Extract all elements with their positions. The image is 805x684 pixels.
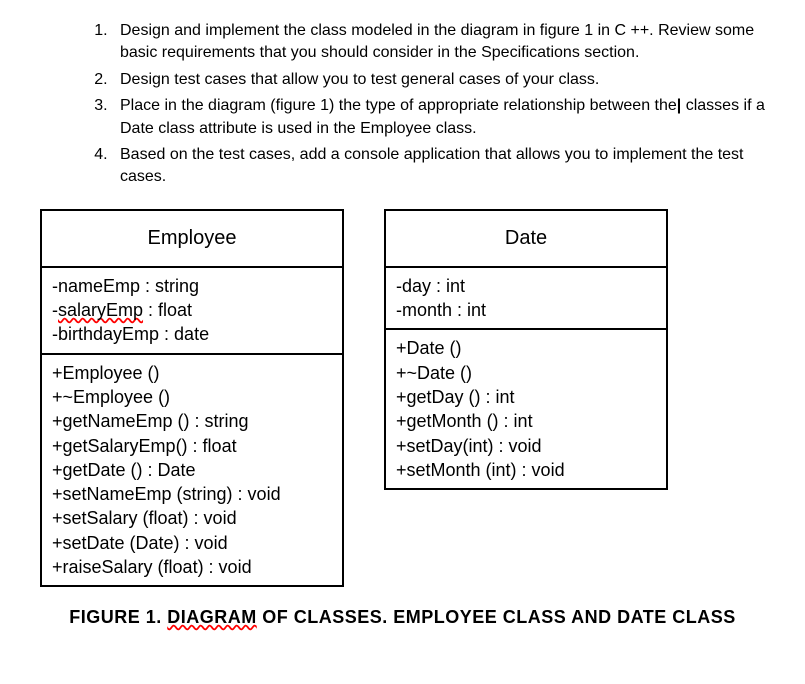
uml-diagrams-container: Employee -nameEmp : string -salaryEmp : … — [40, 209, 765, 588]
uml-op: +Date () — [396, 336, 656, 360]
uml-employee-operations: +Employee () +~Employee () +getNameEmp (… — [42, 353, 342, 586]
uml-op: +getNameEmp () : string — [52, 409, 332, 433]
uml-date-title: Date — [386, 211, 666, 268]
uml-op: +setNameEmp (string) : void — [52, 482, 332, 506]
uml-op: +setSalary (float) : void — [52, 506, 332, 530]
uml-op: +getSalaryEmp() : float — [52, 434, 332, 458]
uml-attr-suffix: : float — [143, 300, 192, 320]
uml-attr: -birthdayEmp : date — [52, 322, 332, 346]
instruction-item-1: Design and implement the class modeled i… — [112, 20, 765, 65]
instruction-list: Design and implement the class modeled i… — [40, 20, 765, 189]
uml-op: +~Employee () — [52, 385, 332, 409]
uml-op: +setDate (Date) : void — [52, 531, 332, 555]
uml-op: +raiseSalary (float) : void — [52, 555, 332, 579]
uml-attr: -day : int — [396, 274, 656, 298]
caption-suffix: OF CLASSES. EMPLOYEE CLASS AND DATE CLAS… — [257, 607, 736, 627]
uml-class-date: Date -day : int -month : int +Date () +~… — [384, 209, 668, 490]
uml-class-employee: Employee -nameEmp : string -salaryEmp : … — [40, 209, 344, 588]
uml-attr-wavy: salaryEmp — [58, 300, 143, 320]
uml-op: +setMonth (int) : void — [396, 458, 656, 482]
uml-attr: -salaryEmp : float — [52, 298, 332, 322]
uml-attr: -month : int — [396, 298, 656, 322]
figure-caption: FIGURE 1. DIAGRAM OF CLASSES. EMPLOYEE C… — [40, 607, 765, 628]
instruction-item-4: Based on the test cases, add a console a… — [112, 144, 765, 189]
uml-date-attributes: -day : int -month : int — [386, 268, 666, 329]
instruction-item-3: Place in the diagram (figure 1) the type… — [112, 95, 765, 140]
uml-op: +~Date () — [396, 361, 656, 385]
uml-op: +Employee () — [52, 361, 332, 385]
caption-wavy: DIAGRAM — [167, 607, 257, 627]
uml-op: +getMonth () : int — [396, 409, 656, 433]
instruction-item-2: Design test cases that allow you to test… — [112, 69, 765, 91]
instruction-item-3-text-a: Place in the diagram (figure 1) the type… — [120, 97, 677, 114]
uml-op: +getDate () : Date — [52, 458, 332, 482]
uml-employee-attributes: -nameEmp : string -salaryEmp : float -bi… — [42, 268, 342, 353]
caption-prefix: FIGURE 1. — [69, 607, 167, 627]
uml-op: +setDay(int) : void — [396, 434, 656, 458]
uml-op: +getDay () : int — [396, 385, 656, 409]
uml-date-operations: +Date () +~Date () +getDay () : int +get… — [386, 328, 666, 488]
uml-attr: -nameEmp : string — [52, 274, 332, 298]
uml-employee-title: Employee — [42, 211, 342, 268]
